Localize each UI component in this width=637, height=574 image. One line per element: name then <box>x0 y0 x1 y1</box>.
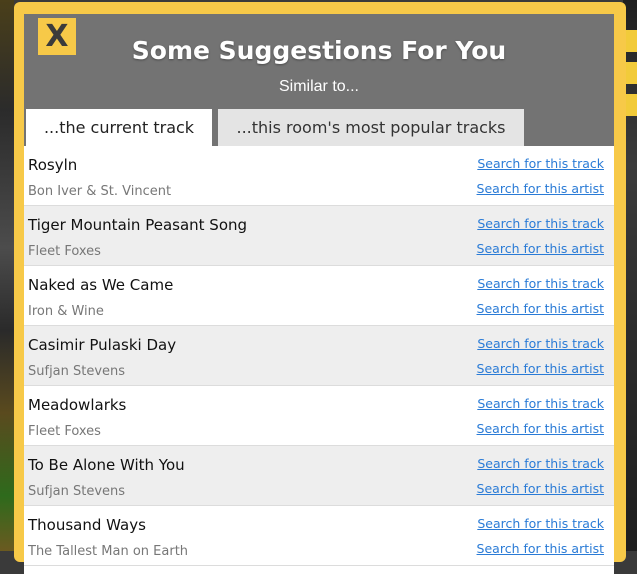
tab-current-track[interactable]: ...the current track <box>26 109 212 146</box>
artist-name: Bon Iver & St. Vincent <box>28 184 172 199</box>
background-chip <box>625 94 637 116</box>
background-chip <box>625 62 637 84</box>
track-title: To Be Alone With You <box>28 456 185 474</box>
suggestion-row: To Be Alone With You Sufjan Stevens Sear… <box>24 446 614 506</box>
search-artist-link[interactable]: Search for this artist <box>477 301 604 316</box>
track-title: Casimir Pulaski Day <box>28 336 177 354</box>
artist-name: Fleet Foxes <box>28 424 101 439</box>
artist-name: The Tallest Man on Earth <box>28 544 189 559</box>
search-track-link[interactable]: Search for this track <box>477 156 604 171</box>
background-page-left <box>0 0 14 551</box>
suggestion-row: Tiger Mountain Peasant Song Fleet Foxes … <box>24 206 614 266</box>
artist-name: Sufjan Stevens <box>28 364 126 379</box>
search-track-link[interactable]: Search for this track <box>477 456 604 471</box>
suggestion-row: Casimir Pulaski Day Sufjan Stevens Searc… <box>24 326 614 386</box>
modal-title: Some Suggestions For You <box>131 36 507 65</box>
suggestion-row: Naked as We Came Iron & Wine Search for … <box>24 266 614 326</box>
suggestion-row: Rosyln Bon Iver & St. Vincent Search for… <box>24 146 614 206</box>
search-track-link[interactable]: Search for this track <box>477 276 604 291</box>
search-track-link[interactable]: Search for this track <box>477 396 604 411</box>
artist-name: Sufjan Stevens <box>28 484 126 499</box>
search-artist-link[interactable]: Search for this artist <box>477 541 604 556</box>
suggestions-panel: X Some Suggestions For You Similar to...… <box>24 14 614 574</box>
track-title: Tiger Mountain Peasant Song <box>28 216 248 234</box>
background-chip <box>625 30 637 52</box>
modal-header: X Some Suggestions For You Similar to...… <box>24 14 614 146</box>
search-track-link[interactable]: Search for this track <box>477 216 604 231</box>
track-title: Meadowlarks <box>28 396 127 414</box>
track-title: Rosyln <box>28 156 78 174</box>
search-artist-link[interactable]: Search for this artist <box>477 181 604 196</box>
artist-name: Iron & Wine <box>28 304 104 319</box>
search-artist-link[interactable]: Search for this artist <box>477 361 604 376</box>
track-title: Naked as We Came <box>28 276 174 294</box>
modal-subtitle: Similar to... <box>278 78 359 95</box>
track-title: Thousand Ways <box>28 516 146 534</box>
search-track-link[interactable]: Search for this track <box>477 516 604 531</box>
tab-popular-tracks[interactable]: ...this room's most popular tracks <box>218 109 524 146</box>
search-artist-link[interactable]: Search for this artist <box>477 481 604 496</box>
suggestions-modal: X Some Suggestions For You Similar to...… <box>14 2 626 574</box>
suggestion-row: Thousand Ways The Tallest Man on Earth S… <box>24 506 614 566</box>
artist-name: Fleet Foxes <box>28 244 101 259</box>
suggestion-row: Meadowlarks Fleet Foxes Search for this … <box>24 386 614 446</box>
search-artist-link[interactable]: Search for this artist <box>477 421 604 436</box>
search-track-link[interactable]: Search for this track <box>477 336 604 351</box>
search-artist-link[interactable]: Search for this artist <box>477 241 604 256</box>
suggestion-list: Rosyln Bon Iver & St. Vincent Search for… <box>24 146 614 566</box>
